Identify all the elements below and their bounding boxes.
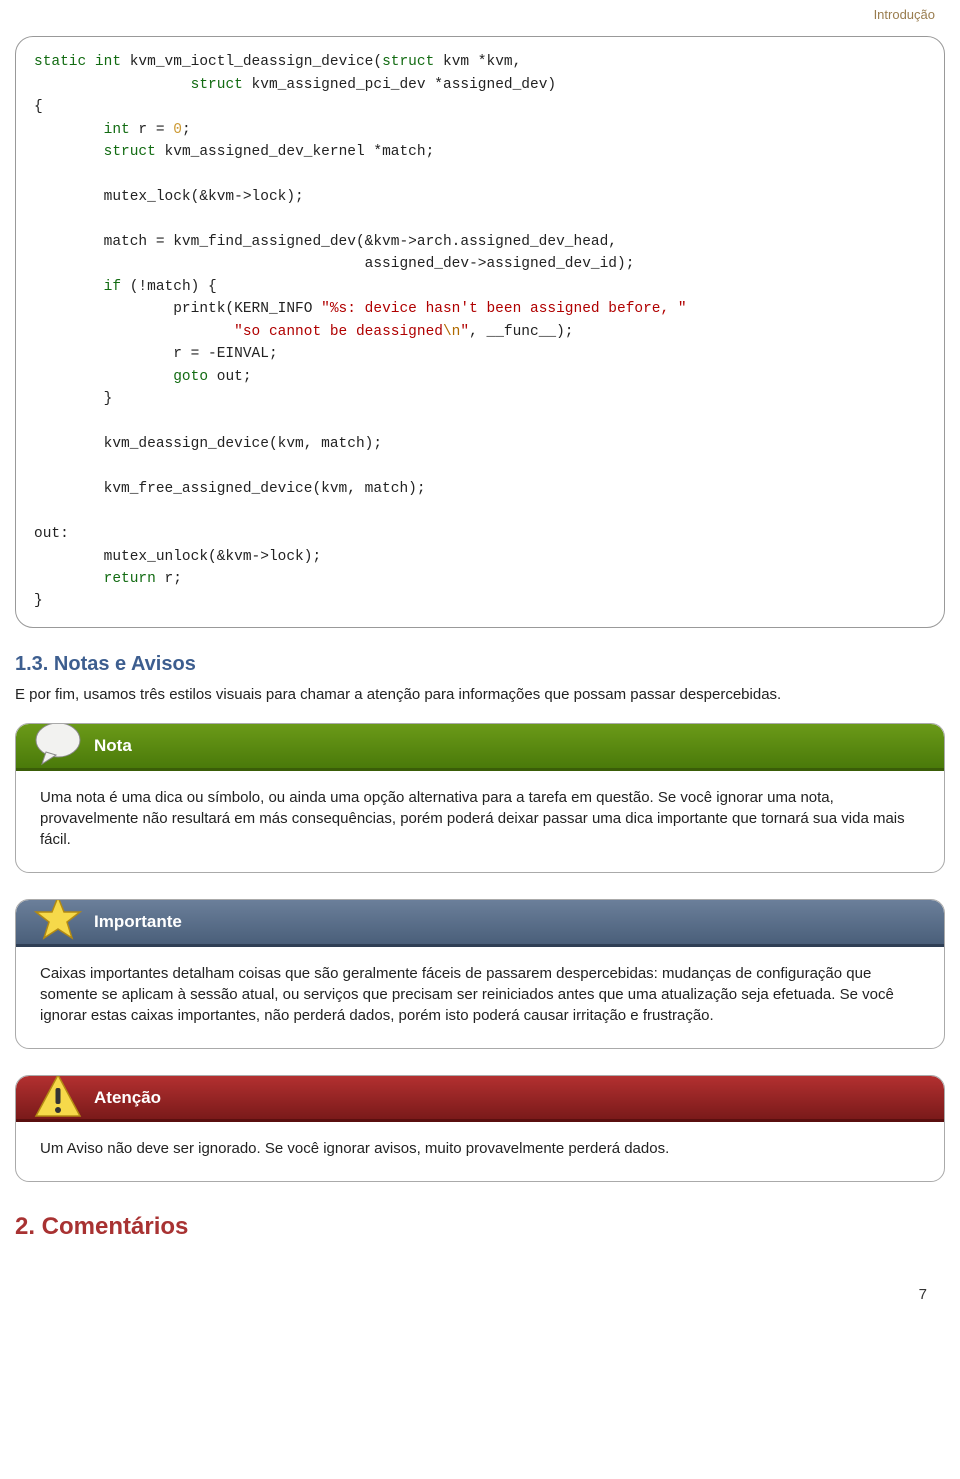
code-text: kvm *kvm, [434, 54, 521, 70]
code-text: out; [208, 369, 252, 385]
code-keyword: struct [104, 144, 156, 160]
code-text: mutex_lock(&kvm->lock); [34, 189, 304, 205]
code-type: int [86, 54, 121, 70]
important-body: Caixas importantes detalham coisas que s… [16, 947, 944, 1032]
code-text: kvm_assigned_pci_dev *assigned_dev) [243, 77, 556, 93]
code-type: int [104, 122, 130, 138]
code-text: } [34, 391, 112, 407]
code-string: "so cannot be deassigned [234, 324, 443, 340]
code-string: " [460, 324, 469, 340]
code-text: assigned_dev->assigned_dev_id); [34, 256, 634, 272]
code-text: (!match) { [121, 279, 217, 295]
note-admonition: Nota Uma nota é uma dica ou símbolo, ou … [15, 723, 945, 873]
code-text: kvm_free_assigned_device(kvm, match); [34, 481, 426, 497]
code-text: r; [156, 571, 182, 587]
code-listing: static int kvm_vm_ioctl_deassign_device(… [15, 36, 945, 628]
code-text: r = [130, 122, 174, 138]
code-keyword: return [104, 571, 156, 587]
code-text: kvm_assigned_dev_kernel *match; [156, 144, 434, 160]
code-text: { [34, 99, 43, 115]
code-text: match = kvm_find_assigned_dev(&kvm->arch… [34, 234, 617, 250]
warning-triangle-icon [32, 1075, 84, 1122]
code-text: r = -EINVAL; [34, 346, 278, 362]
important-title: Importante [94, 912, 182, 931]
code-text: mutex_unlock(&kvm->lock); [34, 549, 321, 565]
code-keyword: if [104, 279, 121, 295]
warning-title: Atenção [94, 1088, 161, 1107]
note-title: Nota [94, 736, 132, 755]
warning-header: Atenção [16, 1076, 944, 1123]
code-number: 0 [173, 122, 182, 138]
code-text: kvm_deassign_device(kvm, match); [34, 436, 382, 452]
code-text [34, 122, 104, 138]
important-admonition: Importante Caixas importantes detalham c… [15, 899, 945, 1049]
code-text: ; [182, 122, 191, 138]
code-text [34, 324, 234, 340]
code-text: out: [34, 526, 69, 542]
code-text: , __func__); [469, 324, 573, 340]
breadcrumb: Introdução [15, 0, 945, 36]
code-text [34, 369, 173, 385]
code-keyword: struct [191, 77, 243, 93]
code-text: printk(KERN_INFO [34, 301, 321, 317]
code-keyword: struct [382, 54, 434, 70]
speech-bubble-icon [32, 723, 84, 770]
code-text [34, 144, 104, 160]
code-text: } [34, 593, 43, 609]
warning-admonition: Atenção Um Aviso não deve ser ignorado. … [15, 1075, 945, 1183]
code-keyword: goto [173, 369, 208, 385]
code-text [34, 571, 104, 587]
chapter-heading: 2. Comentários [15, 1210, 945, 1244]
code-keyword: static [34, 54, 86, 70]
code-string: "%s: device hasn't been assigned before,… [321, 301, 686, 317]
code-text [34, 77, 191, 93]
section-intro: E por fim, usamos três estilos visuais p… [15, 684, 945, 705]
star-icon [32, 899, 84, 946]
note-header: Nota [16, 724, 944, 771]
warning-body: Um Aviso não deve ser ignorado. Se você … [16, 1122, 944, 1165]
code-text: kvm_vm_ioctl_deassign_device( [121, 54, 382, 70]
section-heading: 1.3. Notas e Avisos [15, 650, 945, 678]
code-text [34, 279, 104, 295]
note-body: Uma nota é uma dica ou símbolo, ou ainda… [16, 771, 944, 856]
page-number: 7 [15, 1254, 945, 1305]
code-escape: \n [443, 324, 460, 340]
important-header: Importante [16, 900, 944, 947]
